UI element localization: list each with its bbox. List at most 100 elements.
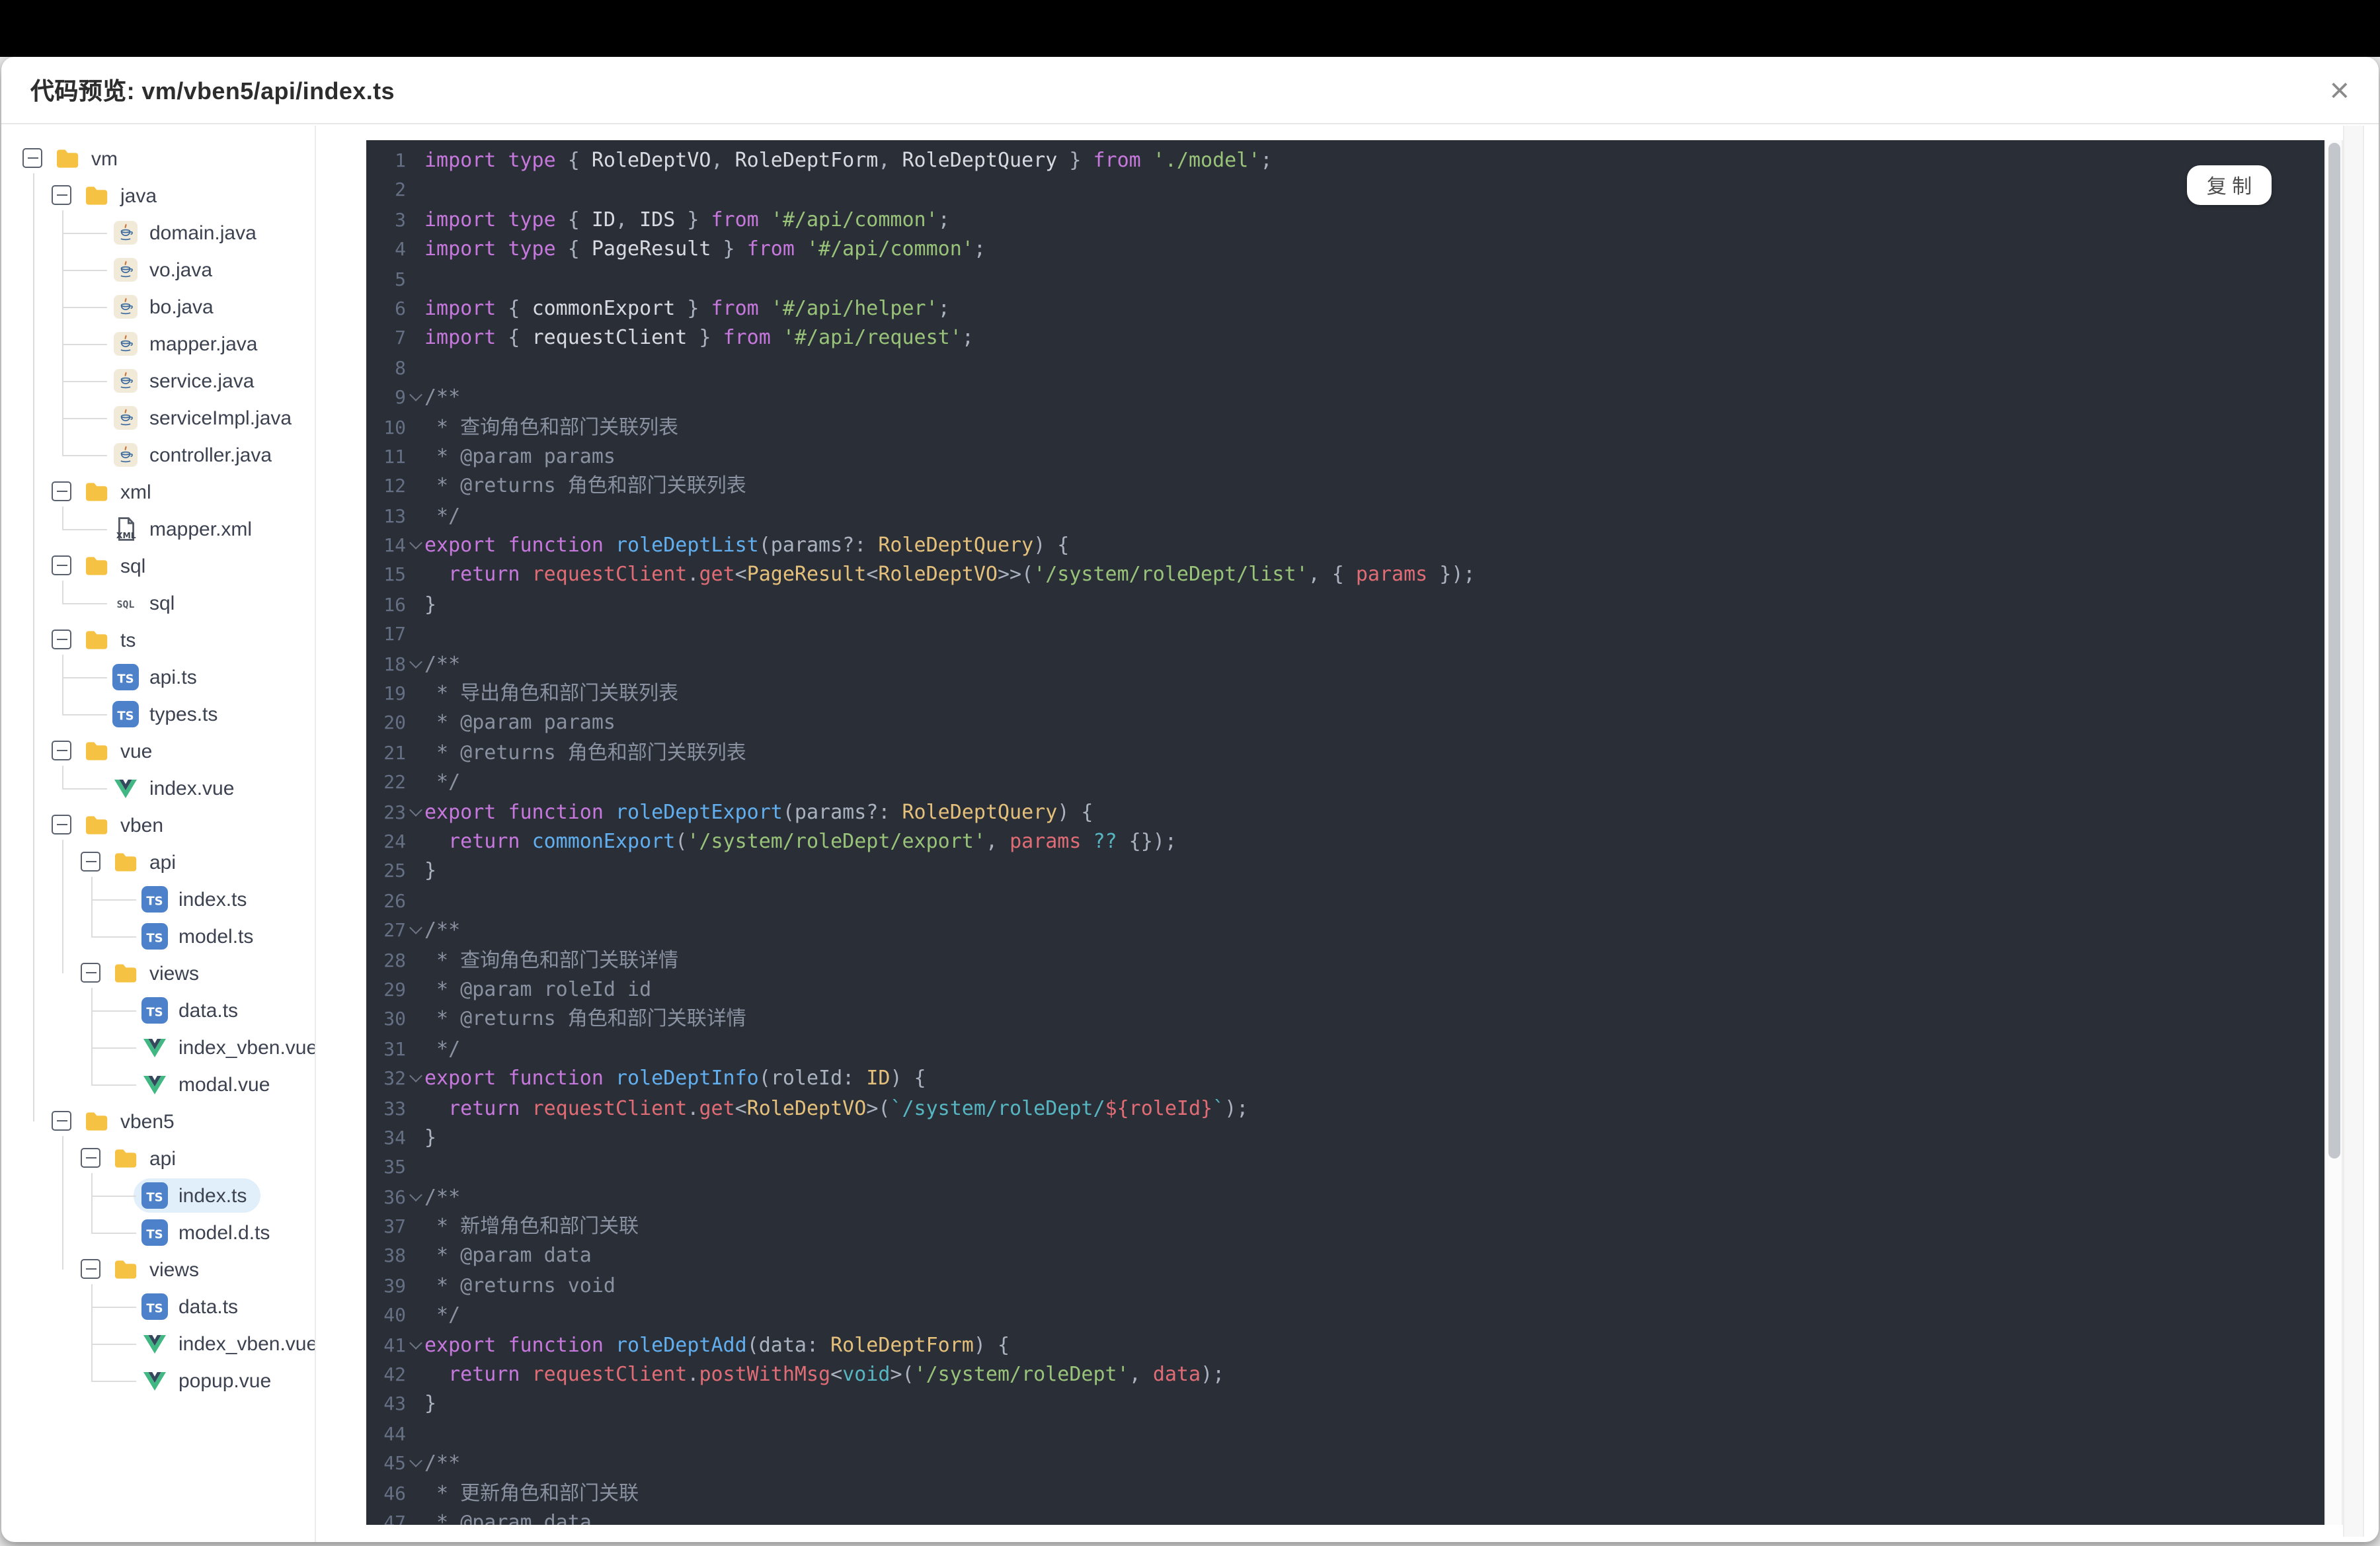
ts-file-icon: TS	[141, 997, 168, 1024]
fold-toggle-icon[interactable]	[409, 655, 422, 669]
fold-toggle-icon[interactable]	[409, 803, 422, 817]
fold-toggle-icon[interactable]	[409, 1336, 422, 1350]
collapse-toggle-icon[interactable]	[52, 1111, 71, 1131]
line-number: 17	[383, 624, 406, 646]
tree-item-vben5[interactable]: vben5	[1, 1103, 315, 1140]
tree-connector-line	[62, 677, 107, 678]
tree-item-label: vben5	[120, 1110, 175, 1133]
tree-connector-line	[91, 1196, 136, 1197]
fold-toggle-icon[interactable]	[409, 388, 422, 402]
tree-item-index.vue[interactable]: index.vue	[1, 770, 315, 807]
code-line: 13 */	[366, 501, 2324, 530]
code-line: 29 * @param roleId id	[366, 975, 2324, 1004]
tree-item-sql[interactable]: SQL sql	[1, 585, 315, 622]
tree-item-api.ts[interactable]: TS api.ts	[1, 659, 315, 696]
collapse-toggle-icon[interactable]	[52, 185, 71, 205]
line-number: 6	[395, 298, 406, 320]
tree-item-index_vben.vue[interactable]: index_vben.vue	[1, 1029, 315, 1066]
tree-item-api[interactable]: api	[1, 844, 315, 881]
tree-item-model.d.ts[interactable]: TS model.d.ts	[1, 1214, 315, 1251]
tree-item-label: vm	[91, 147, 118, 170]
fold-toggle-icon[interactable]	[409, 921, 422, 935]
line-number: 14	[383, 536, 406, 557]
tree-item-label: data.ts	[178, 999, 239, 1022]
svg-text:TS: TS	[146, 931, 163, 945]
collapse-toggle-icon[interactable]	[52, 741, 71, 760]
tree-item-label: java	[120, 184, 157, 207]
java-file-icon	[112, 257, 139, 283]
tree-item-modal.vue[interactable]: modal.vue	[1, 1066, 315, 1103]
tree-connector-line	[61, 507, 63, 529]
tree-item-views[interactable]: views	[1, 955, 315, 992]
code-line: 9/**	[366, 382, 2324, 412]
line-number: 4	[395, 239, 406, 261]
tree-item-mapper.java[interactable]: mapper.java	[1, 325, 315, 362]
tree-connector-line	[91, 1233, 136, 1234]
code-editor[interactable]: 1 import type { RoleDeptVO, RoleDeptForm,…	[366, 140, 2324, 1525]
collapse-toggle-icon[interactable]	[22, 148, 42, 168]
copy-button[interactable]: 复 制	[2187, 165, 2272, 205]
svg-text:TS: TS	[117, 672, 134, 686]
tree-item-data.ts[interactable]: TS data.ts	[1, 1288, 315, 1325]
tree-item-xml[interactable]: xml	[1, 473, 315, 510]
tree-item-vue[interactable]: vue	[1, 733, 315, 770]
fold-toggle-icon[interactable]	[409, 1454, 422, 1468]
fold-toggle-icon[interactable]	[409, 1069, 422, 1083]
collapse-toggle-icon[interactable]	[52, 481, 71, 501]
tree-item-sql[interactable]: sql	[1, 548, 315, 585]
collapse-toggle-icon[interactable]	[52, 555, 71, 575]
tree-item-ts[interactable]: ts	[1, 622, 315, 659]
file-tree[interactable]: vm java domain.java vo.java bo.java mapper.ja…	[1, 126, 316, 1542]
tree-item-data.ts[interactable]: TS data.ts	[1, 992, 315, 1029]
code-line: 21 * @returns 角色和部门关联列表	[366, 738, 2324, 768]
line-number: 38	[383, 1246, 406, 1268]
folder-icon	[112, 1145, 139, 1172]
tree-connector-line	[62, 307, 107, 308]
collapse-toggle-icon[interactable]	[81, 852, 100, 872]
code-line: 3 import type { ID, IDS } from '#/api/com…	[366, 205, 2324, 235]
tree-item-api[interactable]: api	[1, 1140, 315, 1177]
tree-item-vm[interactable]: vm	[1, 140, 315, 177]
code-scrollbar[interactable]	[2324, 140, 2343, 1525]
tree-item-index.ts[interactable]: TS index.ts	[1, 881, 315, 918]
tree-item-domain.java[interactable]: domain.java	[1, 214, 315, 251]
tree-item-vben[interactable]: vben	[1, 807, 315, 844]
fold-toggle-icon[interactable]	[409, 536, 422, 550]
ts-file-icon: TS	[141, 1219, 168, 1246]
scrollbar-thumb[interactable]	[2328, 143, 2340, 1159]
tree-connector-line	[61, 655, 63, 714]
collapse-toggle-icon[interactable]	[81, 1259, 100, 1279]
collapse-toggle-icon[interactable]	[81, 963, 100, 983]
line-number: 25	[383, 861, 406, 883]
code-line: 14 export function roleDeptList(params?: …	[366, 530, 2324, 560]
code-line: 41 export function roleDeptAdd(data: Role…	[366, 1330, 2324, 1360]
tree-item-service.java[interactable]: service.java	[1, 362, 315, 399]
tree-item-vo.java[interactable]: vo.java	[1, 251, 315, 288]
close-icon: ×	[2329, 70, 2350, 110]
tree-item-controller.java[interactable]: controller.java	[1, 436, 315, 473]
tree-item-index_vben.vue[interactable]: index_vben.vue	[1, 1325, 315, 1362]
line-number: 24	[383, 831, 406, 853]
tree-item-bo.java[interactable]: bo.java	[1, 288, 315, 325]
close-button[interactable]: ×	[2322, 73, 2358, 107]
collapse-toggle-icon[interactable]	[52, 815, 71, 834]
tree-item-mapper.xml[interactable]: XML mapper.xml	[1, 510, 315, 548]
tree-item-serviceImpl.java[interactable]: serviceImpl.java	[1, 399, 315, 436]
line-number: 5	[395, 269, 406, 291]
tree-item-types.ts[interactable]: TS types.ts	[1, 696, 315, 733]
fold-toggle-icon[interactable]	[409, 1188, 422, 1201]
tree-item-model.ts[interactable]: TS model.ts	[1, 918, 315, 955]
line-number: 1	[395, 151, 406, 172]
tree-item-popup.vue[interactable]: popup.vue	[1, 1362, 315, 1399]
collapse-toggle-icon[interactable]	[81, 1148, 100, 1168]
line-number: 32	[383, 1069, 406, 1090]
tree-item-views[interactable]: views	[1, 1251, 315, 1288]
tree-item-index.ts[interactable]: TS index.ts	[1, 1177, 315, 1214]
tree-item-java[interactable]: java	[1, 177, 315, 214]
tree-connector-line	[62, 603, 107, 604]
collapse-toggle-icon[interactable]	[52, 630, 71, 649]
line-number: 33	[383, 1098, 406, 1119]
tree-item-label: vo.java	[149, 259, 213, 281]
dialog-scrollbar[interactable]	[2342, 126, 2363, 1537]
tree-connector-line	[61, 766, 63, 788]
